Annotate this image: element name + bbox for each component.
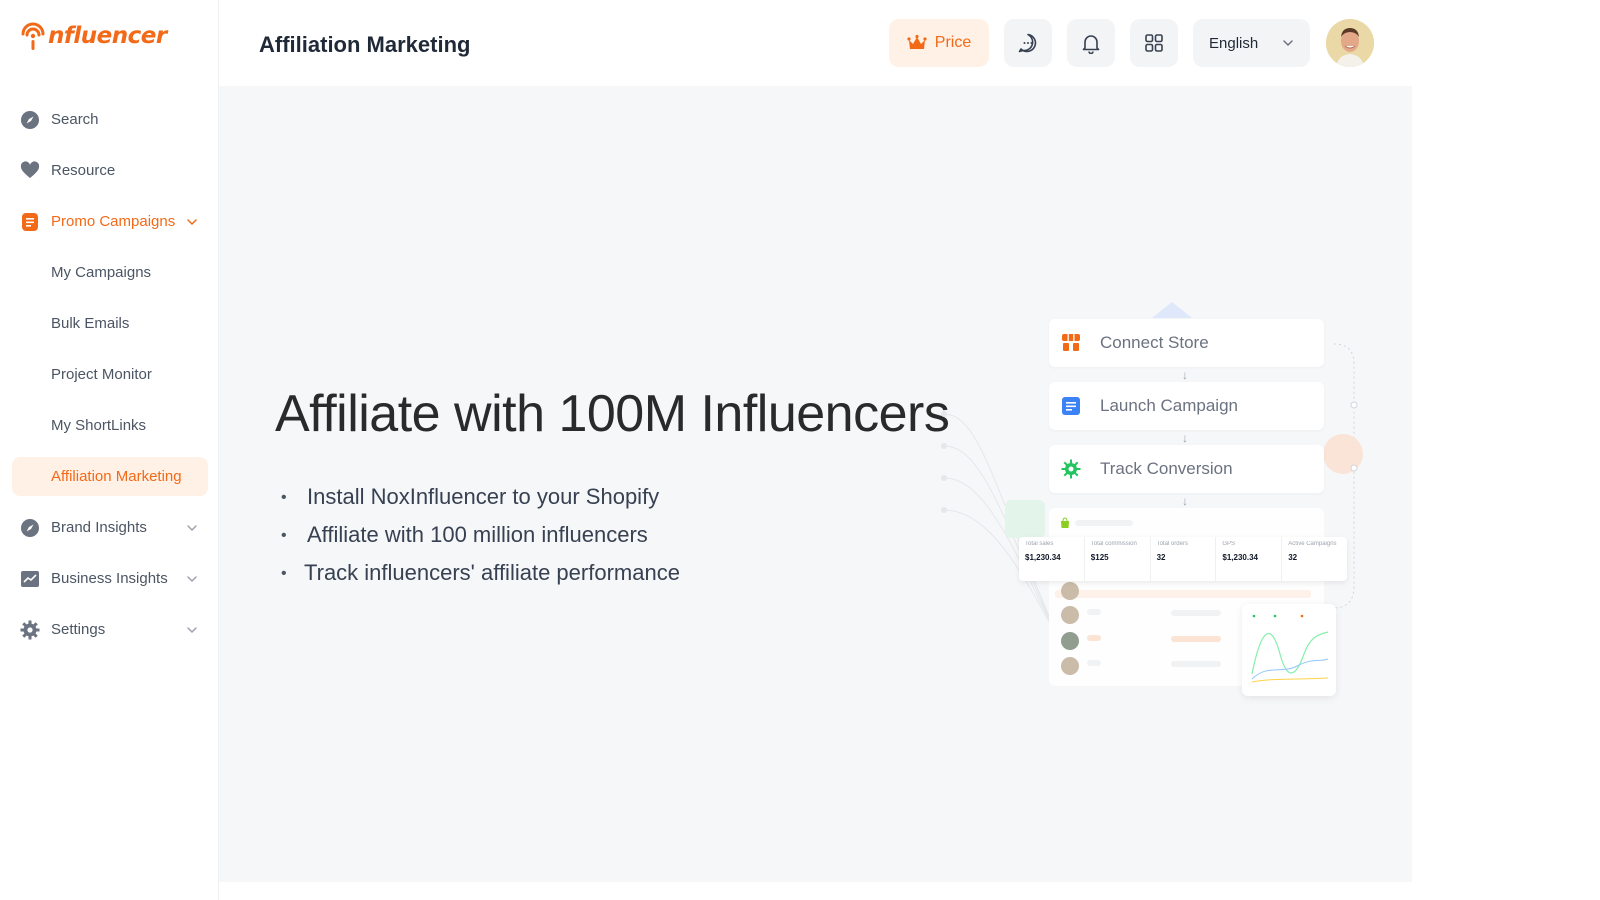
step-label: Connect Store <box>1100 333 1209 352</box>
sidebar-item-label: Brand Insights <box>51 519 147 536</box>
stat-label: Total commission <box>1090 541 1137 547</box>
shopify-bag-icon <box>1061 517 1069 528</box>
stats-strip: Total sales $1,230.34 Total commission $125… <box>1019 537 1347 581</box>
chevron-down-icon[interactable] <box>186 521 198 533</box>
stat-cell: Total sales $1,230.34 <box>1019 537 1085 581</box>
heart-icon <box>20 161 40 181</box>
mini-line-chart <box>1242 604 1336 696</box>
feature-item: Track influencers' affiliate performance <box>281 560 680 598</box>
chevron-down-icon[interactable] <box>186 572 198 584</box>
compass-icon <box>20 518 40 538</box>
page-title: Affiliation Marketing <box>259 32 471 57</box>
stat-value: 32 <box>1156 553 1166 562</box>
notifications-button[interactable] <box>1067 19 1115 67</box>
step-track-conversion: Track Conversion <box>1049 445 1324 493</box>
language-value: English <box>1209 34 1259 52</box>
step-label: Launch Campaign <box>1100 396 1238 415</box>
sidebar-item-label: My Campaigns <box>51 264 152 281</box>
stat-cell: Active Campaigns 32 <box>1282 537 1347 581</box>
stat-label: Total orders <box>1156 541 1188 547</box>
document-icon <box>20 212 40 232</box>
stat-cell: GPS $1,230.34 <box>1216 537 1283 581</box>
gear-icon <box>20 620 40 640</box>
chevron-down-icon[interactable] <box>186 623 198 635</box>
feature-item: Affiliate with 100 million influencers <box>281 522 680 560</box>
store-icon <box>1062 334 1080 351</box>
sidebar-nav: Search Resource Promo Campaigns My Campaign… <box>12 100 208 661</box>
sidebar-item-my-shortlinks[interactable]: My ShortLinks <box>12 406 208 445</box>
stat-cell: Total orders 32 <box>1151 537 1217 581</box>
sidebar-item-settings[interactable]: Settings <box>12 610 208 649</box>
down-arrow-icon: ↓ <box>1182 494 1188 508</box>
user-avatar[interactable] <box>1326 19 1374 67</box>
sidebar-item-label: Bulk Emails <box>51 315 130 332</box>
step-label: Track Conversion <box>1100 459 1233 478</box>
crown-icon <box>907 34 927 49</box>
stat-label: GPS <box>1222 541 1236 547</box>
signal-logo-icon <box>21 22 45 50</box>
apps-grid-icon <box>1145 34 1163 52</box>
sidebar-item-label: Search <box>51 111 99 128</box>
sidebar-item-project-monitor[interactable]: Project Monitor <box>12 355 208 394</box>
trend-chart-icon <box>20 569 40 589</box>
sidebar-item-brand-insights[interactable]: Brand Insights <box>12 508 208 547</box>
stat-value: $1,230.34 <box>1025 553 1061 562</box>
feature-item: Install NoxInfluencer to your Shopify <box>281 484 680 522</box>
stat-cell: Total commission $125 <box>1085 537 1151 581</box>
compass-icon <box>20 110 40 130</box>
sidebar-item-label: Affiliation Marketing <box>51 468 182 485</box>
sidebar-item-promo-campaigns[interactable]: Promo Campaigns <box>12 202 208 241</box>
campaign-doc-icon <box>1062 397 1080 415</box>
hero-title: Affiliate with 100M Influencers <box>275 385 950 443</box>
down-arrow-icon: ↓ <box>1182 368 1188 382</box>
bell-icon <box>1082 35 1100 54</box>
chevron-down-icon <box>1283 40 1293 47</box>
user-avatar-icon <box>1326 19 1374 67</box>
stat-value: $1,230.34 <box>1222 553 1258 562</box>
language-select[interactable]: English <box>1193 19 1310 67</box>
apps-button[interactable] <box>1130 19 1178 67</box>
sidebar-item-business-insights[interactable]: Business Insights <box>12 559 208 598</box>
stat-value: 32 <box>1288 553 1298 562</box>
sidebar-item-my-campaigns[interactable]: My Campaigns <box>12 253 208 292</box>
right-gutter <box>1412 0 1600 900</box>
messages-button[interactable] <box>1004 19 1052 67</box>
sidebar-item-affiliation-marketing[interactable]: Affiliation Marketing <box>12 457 208 496</box>
sidebar-item-label: Settings <box>51 621 106 638</box>
step-launch-campaign: Launch Campaign <box>1049 382 1324 430</box>
feature-list: Install NoxInfluencer to your Shopify Af… <box>281 484 680 598</box>
step-connect-store: Connect Store <box>1049 319 1324 367</box>
app-window: nfluencer Search Resource Promo Campaigns M… <box>0 0 1600 900</box>
sidebar-item-label: My ShortLinks <box>51 417 147 434</box>
sidebar-item-search[interactable]: Search <box>12 100 208 139</box>
stat-value: $125 <box>1090 553 1109 562</box>
sidebar-item-label: Resource <box>51 162 116 179</box>
sidebar-item-bulk-emails[interactable]: Bulk Emails <box>12 304 208 343</box>
stat-label: Total sales <box>1025 541 1054 547</box>
chat-bubble-icon <box>1018 33 1037 53</box>
chevron-down-icon[interactable] <box>186 215 198 227</box>
sidebar-item-resource[interactable]: Resource <box>12 151 208 190</box>
price-button[interactable]: Price <box>889 19 989 67</box>
main-content: Affiliate with 100M Influencers Install … <box>219 86 1412 882</box>
sidebar-item-label: Business Insights <box>51 570 168 587</box>
sidebar: nfluencer Search Resource Promo Campaigns M… <box>0 0 219 900</box>
conversion-gear-icon <box>1061 459 1081 479</box>
stat-label: Active Campaigns <box>1288 541 1337 547</box>
sidebar-item-label: Promo Campaigns <box>51 213 176 230</box>
brand-logo[interactable]: nfluencer <box>20 18 167 54</box>
top-header: Affiliation Marketing Price English <box>219 0 1412 86</box>
workflow-illustration: Connect Store ↓ Launch Campaign ↓ Track … <box>939 286 1369 706</box>
price-button-label: Price <box>934 34 972 51</box>
sidebar-item-label: Project Monitor <box>51 366 152 383</box>
brand-logo-text: nfluencer <box>48 23 167 49</box>
down-arrow-icon: ↓ <box>1182 431 1188 445</box>
trend-lines <box>1251 614 1329 683</box>
